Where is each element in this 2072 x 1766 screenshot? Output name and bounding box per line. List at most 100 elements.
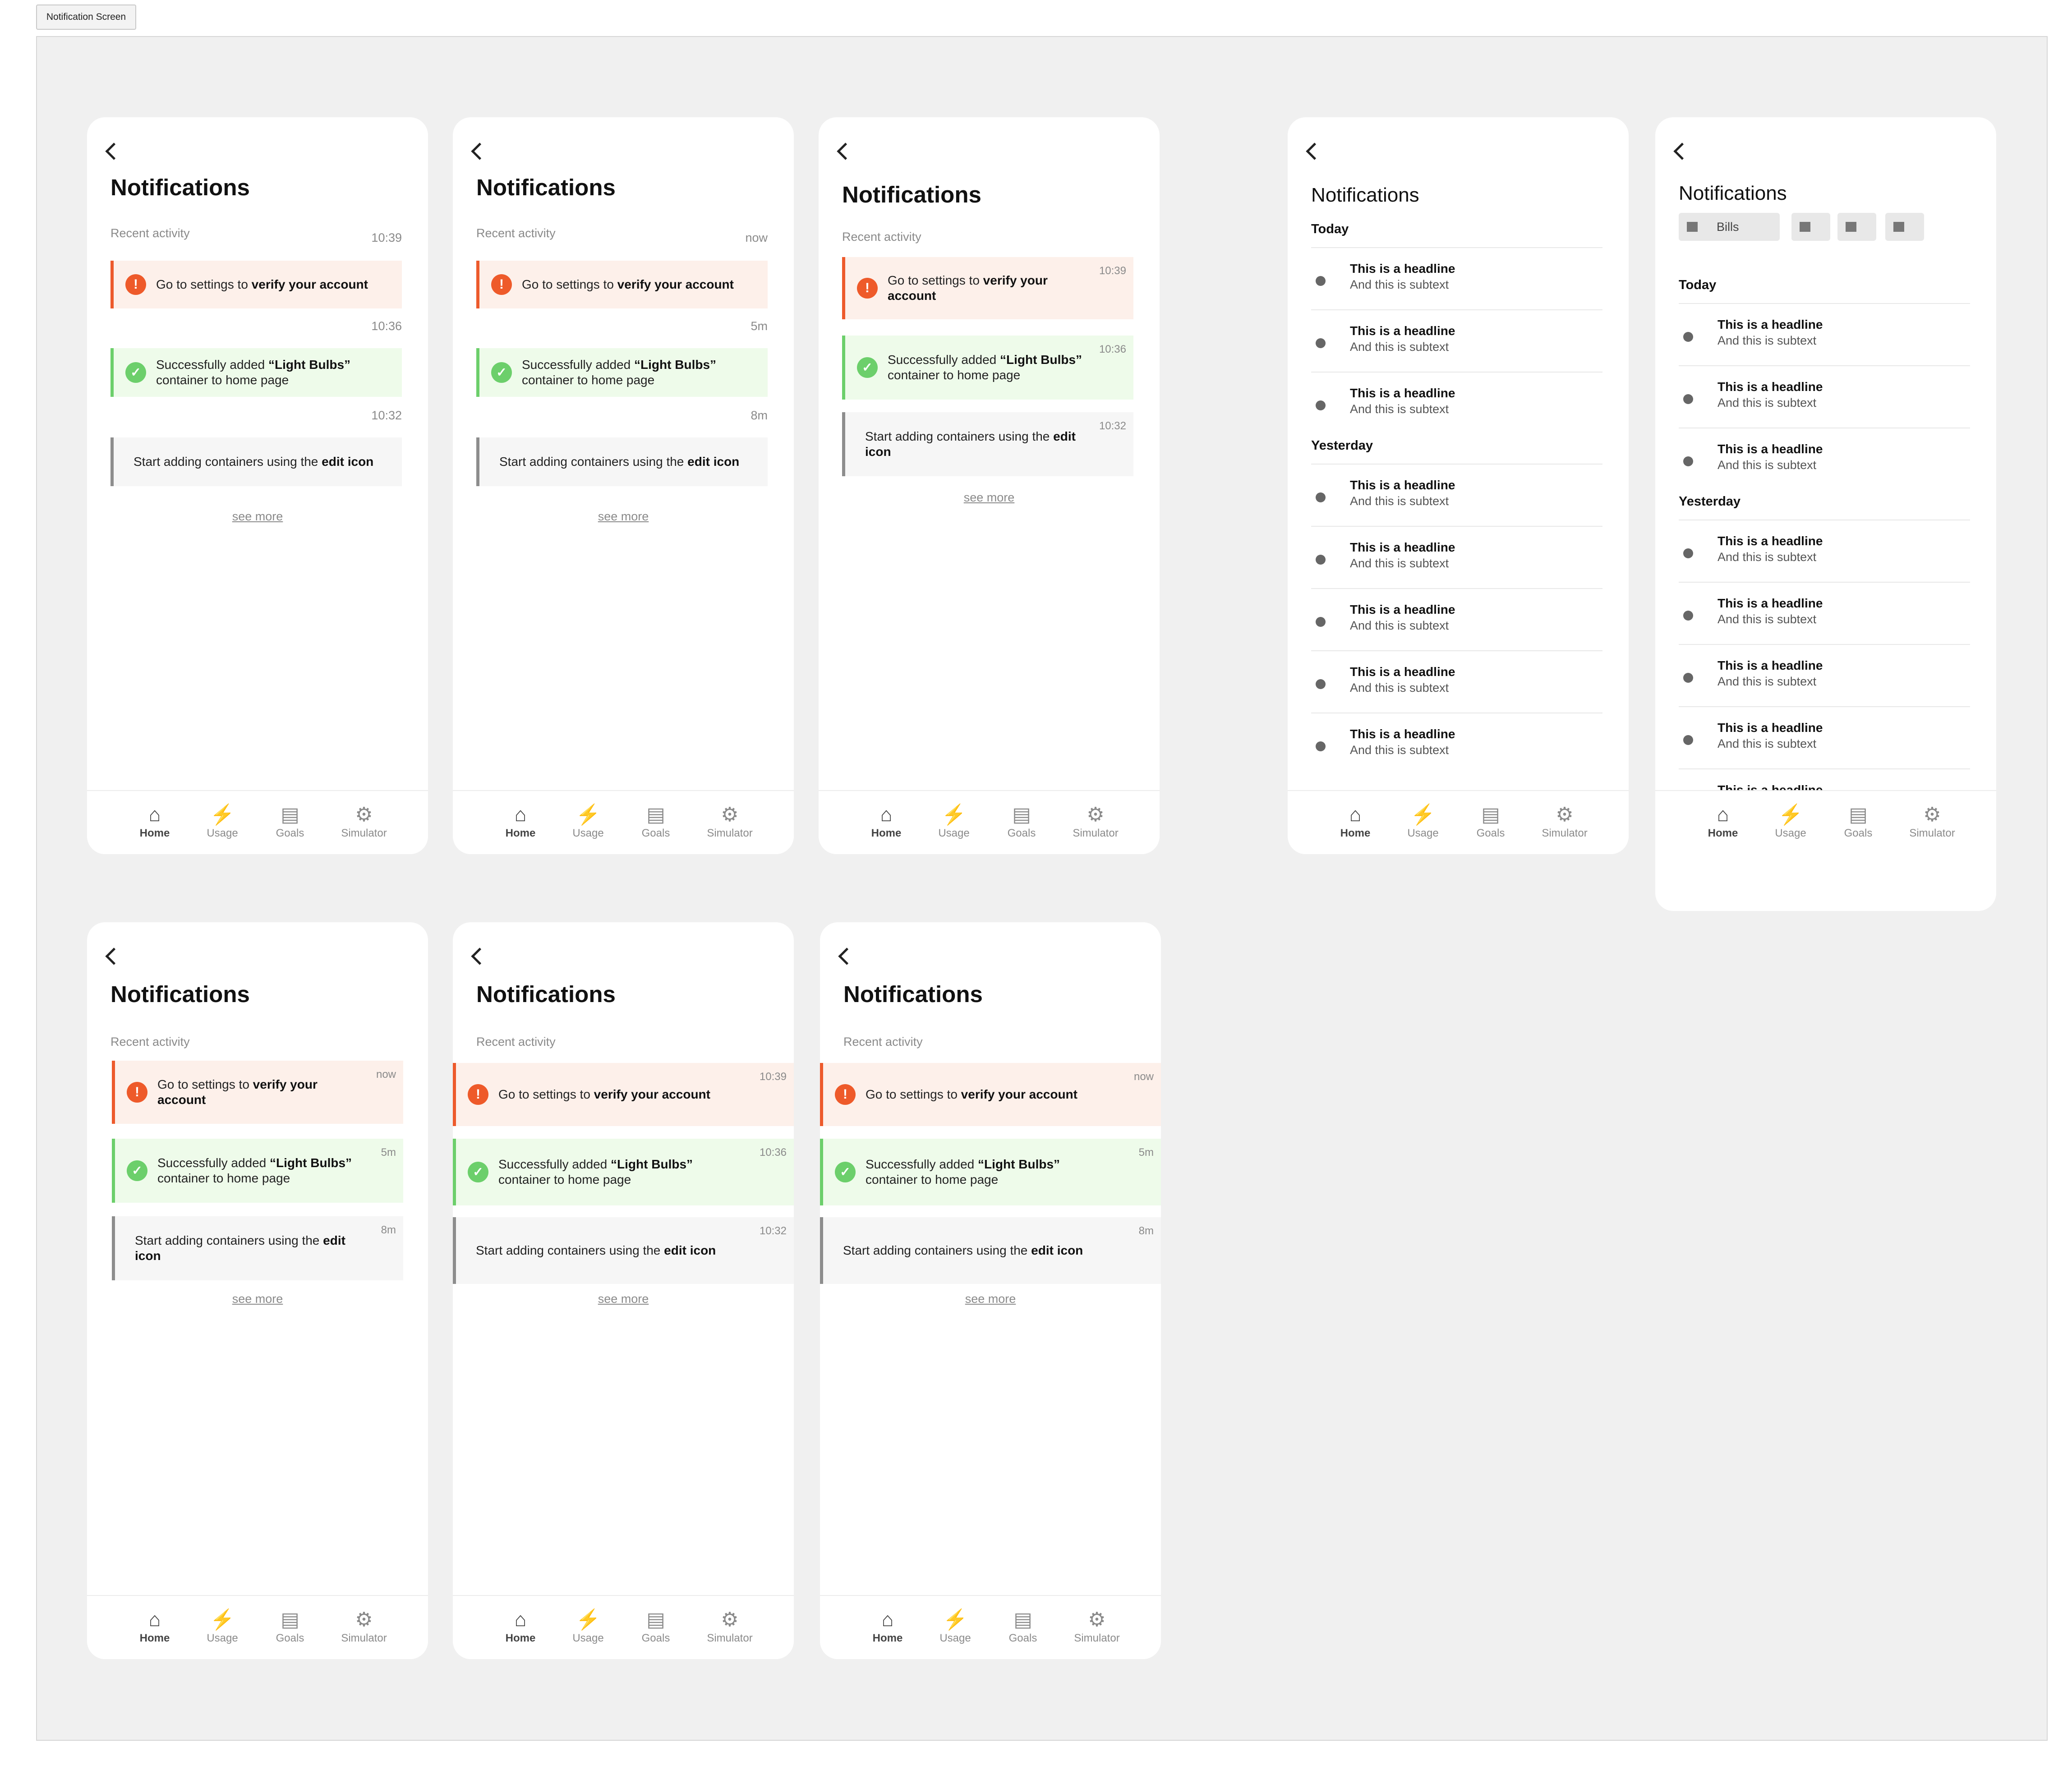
- filter-chip[interactable]: [1837, 213, 1876, 241]
- see-more-link[interactable]: see more: [819, 491, 1160, 505]
- tab-simulator[interactable]: ⚙ Simulator: [332, 1608, 396, 1645]
- notification-row[interactable]: This is a headline And this is subtext: [1679, 365, 1970, 427]
- tab-goals[interactable]: ▤ Goals: [990, 803, 1053, 840]
- alert-notification[interactable]: ! Go to settings to verify your account 10…: [453, 1063, 794, 1126]
- notification-row[interactable]: This is a headline And this is subtext: [1679, 520, 1970, 581]
- notification-row[interactable]: This is a headline And this is subtext: [1311, 526, 1602, 587]
- tab-home[interactable]: ⌂ Home: [489, 1608, 552, 1645]
- tab-simulator[interactable]: ⚙ Simulator: [1533, 803, 1596, 840]
- lightning-icon: ⚡: [941, 804, 967, 826]
- exclamation-icon: !: [468, 1084, 488, 1105]
- filter-chip-bills[interactable]: Bills: [1679, 213, 1780, 241]
- tab-home[interactable]: ⌂ Home: [855, 803, 918, 840]
- back-chevron-icon[interactable]: [471, 143, 488, 160]
- tab-simulator[interactable]: ⚙ Simulator: [1064, 803, 1127, 840]
- notification-row[interactable]: This is a headline And this is subtext: [1679, 644, 1970, 705]
- notification-row[interactable]: This is a headline And this is subtext: [1679, 706, 1970, 768]
- tab-goals[interactable]: ▤ Goals: [624, 803, 687, 840]
- tab-home[interactable]: ⌂ Home: [123, 803, 186, 840]
- lightning-icon: ⚡: [1778, 804, 1803, 826]
- alert-notification[interactable]: ! Go to settings to verify your account no…: [820, 1063, 1161, 1126]
- tip-notification[interactable]: Start adding containers using the edit i…: [476, 437, 768, 486]
- tab-usage[interactable]: ⚡ Usage: [557, 803, 620, 840]
- day-header: Today: [1311, 222, 1349, 236]
- tab-simulator[interactable]: ⚙ Simulator: [698, 1608, 761, 1645]
- message-bold: verify your account: [961, 1087, 1077, 1101]
- tab-simulator[interactable]: ⚙ Simulator: [1065, 1608, 1128, 1645]
- see-more-link[interactable]: see more: [87, 1292, 428, 1306]
- tab-home[interactable]: ⌂ Home: [1324, 803, 1387, 840]
- notification-row[interactable]: This is a headline And this is subtext: [1679, 303, 1970, 364]
- notification-text: Successfully added “Light Bulbs” containe…: [157, 1155, 365, 1186]
- tip-notification[interactable]: Start adding containers using the edit i…: [842, 412, 1133, 476]
- notification-row[interactable]: This is a headline And this is subtext: [1311, 247, 1602, 308]
- back-chevron-icon[interactable]: [837, 143, 854, 160]
- page-title: Notifications: [1311, 184, 1419, 206]
- back-chevron-icon[interactable]: [105, 947, 123, 965]
- tip-notification[interactable]: Start adding containers using the edit i…: [112, 1216, 403, 1280]
- tab-goals[interactable]: ▤ Goals: [258, 1608, 322, 1645]
- success-notification[interactable]: ✓ Successfully added “Light Bulbs” contain…: [820, 1139, 1161, 1205]
- tab-goals[interactable]: ▤ Goals: [624, 1608, 687, 1645]
- tab-usage[interactable]: ⚡ Usage: [191, 1608, 254, 1645]
- tab-usage[interactable]: ⚡ Usage: [924, 1608, 987, 1645]
- alert-notification[interactable]: ! Go to settings to verify your account: [476, 261, 768, 308]
- tab-simulator[interactable]: ⚙ Simulator: [332, 803, 396, 840]
- notification-row[interactable]: This is a headline And this is subtext: [1311, 588, 1602, 649]
- success-notification[interactable]: ✓ Successfully added “Light Bulbs” contain…: [453, 1139, 794, 1205]
- tab-usage[interactable]: ⚡ Usage: [191, 803, 254, 840]
- tab-label: Simulator: [1909, 827, 1955, 839]
- back-chevron-icon[interactable]: [1306, 143, 1323, 160]
- tab-usage[interactable]: ⚡ Usage: [1391, 803, 1455, 840]
- alert-notification[interactable]: ! Go to settings to verify your account 10…: [842, 257, 1133, 319]
- tab-home[interactable]: ⌂ Home: [856, 1608, 919, 1645]
- tip-notification[interactable]: Start adding containers using the edit i…: [453, 1217, 794, 1284]
- row-subtext: And this is subtext: [1717, 458, 1817, 472]
- tab-goals[interactable]: ▤ Goals: [1459, 803, 1522, 840]
- see-more-link[interactable]: see more: [453, 510, 794, 524]
- notification-row[interactable]: This is a headline And this is subtext: [1311, 713, 1602, 774]
- see-more-link[interactable]: see more: [453, 1292, 794, 1306]
- tab-usage[interactable]: ⚡ Usage: [557, 1608, 620, 1645]
- tab-home[interactable]: ⌂ Home: [1691, 803, 1754, 840]
- tab-usage[interactable]: ⚡ Usage: [922, 803, 985, 840]
- phone-screen: Notifications Recent activity! Go to setti…: [819, 117, 1160, 854]
- notification-row[interactable]: This is a headline And this is subtext: [1311, 372, 1602, 433]
- message-text: container to home page: [498, 1173, 631, 1187]
- tip-notification[interactable]: Start adding containers using the edit i…: [820, 1217, 1161, 1284]
- message-text: Successfully added: [866, 1157, 978, 1171]
- tab-goals[interactable]: ▤ Goals: [1827, 803, 1890, 840]
- back-chevron-icon[interactable]: [105, 143, 123, 160]
- notification-row[interactable]: This is a headline And this is subtext: [1679, 428, 1970, 489]
- tab-goals[interactable]: ▤ Goals: [258, 803, 322, 840]
- success-notification[interactable]: ✓ Successfully added “Light Bulbs” contain…: [111, 348, 402, 397]
- see-more-link[interactable]: see more: [87, 510, 428, 524]
- filter-chip-label: Bills: [1717, 220, 1739, 234]
- notification-row[interactable]: This is a headline And this is subtext: [1679, 582, 1970, 643]
- row-subtext: And this is subtext: [1350, 681, 1449, 694]
- tab-goals[interactable]: ▤ Goals: [991, 1608, 1054, 1645]
- tab-simulator[interactable]: ⚙ Simulator: [1901, 803, 1964, 840]
- notification-row[interactable]: This is a headline And this is subtext: [1311, 309, 1602, 371]
- notification-row[interactable]: This is a headline And this is subtext: [1311, 464, 1602, 525]
- success-notification[interactable]: ✓ Successfully added “Light Bulbs” contain…: [476, 348, 768, 397]
- tab-home[interactable]: ⌂ Home: [123, 1608, 186, 1645]
- filter-chip[interactable]: [1885, 213, 1924, 241]
- success-notification[interactable]: ✓ Successfully added “Light Bulbs” contain…: [112, 1139, 403, 1203]
- tab-label: Usage: [939, 1632, 971, 1644]
- success-notification[interactable]: ✓ Successfully added “Light Bulbs” contain…: [842, 336, 1133, 400]
- see-more-link[interactable]: see more: [820, 1292, 1161, 1306]
- alert-notification[interactable]: ! Go to settings to verify your account no…: [112, 1061, 403, 1124]
- alert-notification[interactable]: ! Go to settings to verify your account: [111, 261, 402, 308]
- notification-row[interactable]: This is a headline And this is subtext: [1311, 650, 1602, 712]
- tab-simulator[interactable]: ⚙ Simulator: [698, 803, 761, 840]
- tab-home[interactable]: ⌂ Home: [489, 803, 552, 840]
- back-chevron-icon[interactable]: [1673, 143, 1691, 160]
- tip-notification[interactable]: Start adding containers using the edit i…: [111, 437, 402, 486]
- back-chevron-icon[interactable]: [471, 947, 488, 965]
- back-chevron-icon[interactable]: [838, 947, 856, 965]
- filter-chip[interactable]: [1791, 213, 1830, 241]
- notification-time: 8m: [751, 409, 768, 422]
- tab-usage[interactable]: ⚡ Usage: [1759, 803, 1822, 840]
- lightning-icon: ⚡: [1410, 804, 1436, 826]
